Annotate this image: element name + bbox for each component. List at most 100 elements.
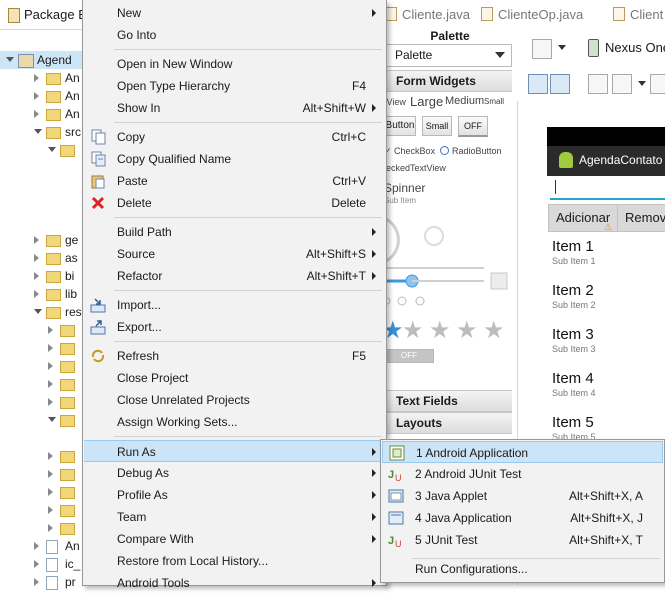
chevron-down-icon[interactable]: [558, 45, 566, 50]
tree-item[interactable]: res: [22, 303, 82, 321]
tree-item[interactable]: pr: [22, 573, 82, 591]
palette-medium-text[interactable]: Medium: [445, 95, 484, 107]
run-as-item-run-configurations[interactable]: Run Configurations...: [382, 558, 663, 580]
palette-spinner[interactable]: Spinner: [384, 181, 425, 195]
chevron-down-icon[interactable]: [34, 129, 42, 134]
package-explorer-tab[interactable]: Package E: [0, 0, 87, 30]
menu-item-new[interactable]: New: [84, 2, 385, 24]
tree-item[interactable]: An: [22, 537, 82, 555]
tree-item[interactable]: An: [22, 69, 82, 87]
tree-item[interactable]: lib: [22, 285, 82, 303]
palette-switch[interactable]: OFF: [384, 349, 434, 363]
menu-item-run-as[interactable]: Run As: [84, 440, 385, 462]
chevron-right-icon[interactable]: [34, 92, 39, 100]
palette-small-text[interactable]: Small: [484, 97, 504, 106]
menu-item-source[interactable]: Source Alt+Shift+S: [84, 243, 385, 265]
chevron-down-icon[interactable]: [48, 147, 56, 152]
chevron-right-icon[interactable]: [34, 560, 39, 568]
chevron-right-icon[interactable]: [48, 452, 53, 460]
chevron-right-icon[interactable]: [48, 470, 53, 478]
palette-button[interactable]: Button: [384, 116, 416, 136]
palette-toggle-button[interactable]: OFF: [458, 116, 488, 137]
fit-height-icon[interactable]: [550, 74, 570, 94]
chevron-right-icon[interactable]: [48, 344, 53, 352]
chevron-right-icon[interactable]: [48, 398, 53, 406]
run-as-item-5-junit-test[interactable]: JU 5 JUnit Test Alt+Shift+X, T: [382, 529, 663, 551]
chevron-right-icon[interactable]: [48, 380, 53, 388]
tree-item[interactable]: bi: [22, 267, 82, 285]
list-item[interactable]: Item 3 Sub Item 3: [552, 326, 665, 354]
fit-width-icon[interactable]: [528, 74, 548, 94]
chevron-right-icon[interactable]: [34, 236, 39, 244]
chevron-down-icon[interactable]: [638, 81, 646, 86]
device-edit-text[interactable]: [550, 178, 665, 200]
tree-item[interactable]: [36, 339, 82, 357]
tree-item[interactable]: as: [22, 249, 82, 267]
device-remove-button[interactable]: Remove: [617, 204, 665, 232]
chevron-right-icon[interactable]: [34, 74, 39, 82]
config-icon[interactable]: [532, 39, 552, 59]
tree-item[interactable]: [36, 447, 82, 465]
palette-combo[interactable]: Palette: [386, 44, 512, 67]
chevron-right-icon[interactable]: [34, 254, 39, 262]
tree-item[interactable]: [36, 465, 82, 483]
tree-item[interactable]: [36, 411, 82, 429]
menu-item-paste[interactable]: Paste Ctrl+V: [84, 170, 385, 192]
menu-item-profile-as[interactable]: Profile As: [84, 484, 385, 506]
menu-item-compare-with[interactable]: Compare With: [84, 528, 385, 550]
editor-tab-client[interactable]: Client: [613, 7, 663, 22]
chevron-right-icon[interactable]: [48, 326, 53, 334]
palette-large-text[interactable]: Large: [410, 94, 443, 109]
tree-item[interactable]: Agend: [0, 51, 82, 69]
chevron-right-icon[interactable]: [34, 542, 39, 550]
menu-item-team[interactable]: Team: [84, 506, 385, 528]
run-as-item-3-java-applet[interactable]: 3 Java Applet Alt+Shift+X, A: [382, 485, 663, 507]
tree-item[interactable]: [36, 393, 82, 411]
menu-item-refactor[interactable]: Refactor Alt+Shift+T: [84, 265, 385, 287]
menu-item-import[interactable]: Import...: [84, 294, 385, 316]
menu-item-refresh[interactable]: Refresh F5: [84, 345, 385, 367]
zoom-icon[interactable]: [612, 74, 632, 94]
chevron-right-icon[interactable]: [48, 362, 53, 370]
menu-item-close-project[interactable]: Close Project: [84, 367, 385, 389]
menu-item-show-in[interactable]: Show In Alt+Shift+W: [84, 97, 385, 119]
editor-tab-clienteop[interactable]: ClienteOp.java: [481, 7, 583, 22]
device-selector[interactable]: Nexus One: [605, 40, 665, 55]
tree-item[interactable]: [36, 141, 82, 159]
list-item[interactable]: Item 4 Sub Item 4: [552, 370, 665, 398]
editor-tab-cliente[interactable]: Cliente.java: [385, 7, 470, 22]
menu-item-go-into[interactable]: Go Into: [84, 24, 385, 46]
tree-item[interactable]: ge: [22, 231, 82, 249]
chevron-right-icon[interactable]: [34, 110, 39, 118]
tree-item[interactable]: src: [22, 123, 82, 141]
palette-small-button[interactable]: Small: [422, 116, 452, 136]
list-item[interactable]: Item 5 Sub Item 5: [552, 414, 665, 442]
layout-icon[interactable]: [588, 74, 608, 94]
run-as-item-2-android-junit-test[interactable]: JU 2 Android JUnit Test: [382, 463, 663, 485]
palette-checkbox[interactable]: ✓ CheckBox: [384, 146, 435, 157]
menu-item-build-path[interactable]: Build Path: [84, 221, 385, 243]
list-item[interactable]: Item 2 Sub Item 2: [552, 282, 665, 310]
tree-item[interactable]: [36, 483, 82, 501]
palette-section-text-fields[interactable]: Text Fields: [384, 390, 512, 412]
chevron-right-icon[interactable]: [34, 272, 39, 280]
run-as-item-1-android-application[interactable]: 1 Android Application: [382, 441, 663, 463]
menu-item-open-type-hierarchy[interactable]: Open Type Hierarchy F4: [84, 75, 385, 97]
menu-item-copy-qualified-name[interactable]: Copy Qualified Name: [84, 148, 385, 170]
tree-item[interactable]: ic_: [22, 555, 82, 573]
tree-item[interactable]: [36, 375, 82, 393]
run-as-item-4-java-application[interactable]: 4 Java Application Alt+Shift+X, J: [382, 507, 663, 529]
chevron-down-icon[interactable]: [34, 309, 42, 314]
warning-icon[interactable]: [650, 74, 665, 94]
menu-item-android-tools[interactable]: Android Tools: [84, 572, 385, 594]
tree-item[interactable]: An: [22, 87, 82, 105]
chevron-right-icon[interactable]: [48, 524, 53, 532]
tree-item[interactable]: [36, 357, 82, 375]
palette-checked-textview[interactable]: ieckedTextView: [384, 163, 446, 173]
tree-item[interactable]: [36, 519, 82, 537]
chevron-right-icon[interactable]: [48, 506, 53, 514]
palette-radio[interactable]: RadioButton: [440, 146, 502, 156]
tree-item[interactable]: An: [22, 105, 82, 123]
menu-item-delete[interactable]: Delete Delete: [84, 192, 385, 214]
menu-item-export[interactable]: Export...: [84, 316, 385, 338]
